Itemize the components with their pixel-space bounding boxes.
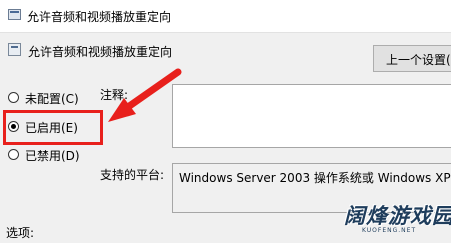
platform-label: 支持的平台: bbox=[100, 168, 165, 182]
options-label: 选项: bbox=[6, 226, 35, 240]
site-watermark-logo: 阔烽游戏园 KUOFENG.NET bbox=[342, 200, 451, 240]
watermark-sub-text: KUOFENG.NET bbox=[362, 227, 417, 234]
comment-textarea[interactable] bbox=[172, 84, 451, 148]
platform-value: Windows Server 2003 操作系统或 Windows XP Pro… bbox=[179, 171, 451, 185]
watermark-main-text: 阔烽游戏园 bbox=[344, 204, 451, 228]
comment-label: 注释: bbox=[100, 88, 129, 102]
